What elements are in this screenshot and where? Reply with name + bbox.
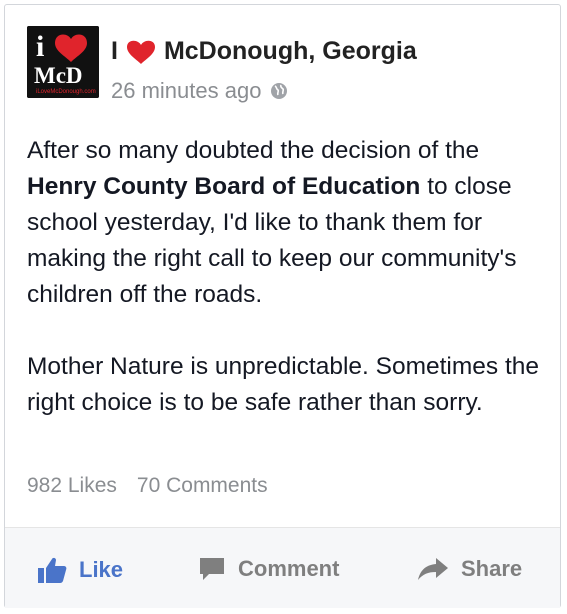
comments-count[interactable]: 70 Comments xyxy=(137,474,268,498)
like-label: Like xyxy=(79,557,124,582)
svg-text:iLoveMcDonough.com: iLoveMcDonough.com xyxy=(36,89,96,95)
post-body: After so many doubted the decision of th… xyxy=(27,133,547,421)
i-love-mcd-logo-icon: i McD iLoveMcDonough.com xyxy=(27,26,99,98)
post-stats: 982 Likes 70 Comments xyxy=(27,474,268,498)
svg-text:i: i xyxy=(36,30,44,63)
thumbs-up-icon xyxy=(37,556,67,584)
share-label: Share xyxy=(461,556,523,581)
post-card: i McD iLoveMcDonough.com I McDonough, Ge… xyxy=(4,4,561,608)
share-button[interactable]: Share xyxy=(417,556,522,582)
page-name-prefix: I xyxy=(111,37,118,65)
action-bar: Like Comment Share xyxy=(5,528,560,608)
comment-button[interactable]: Comment xyxy=(198,556,339,582)
like-button[interactable]: Like xyxy=(37,556,123,584)
heart-icon xyxy=(126,39,156,65)
page-name[interactable]: I McDonough, Georgia xyxy=(111,37,417,66)
page-name-label: McDonough, Georgia xyxy=(163,37,417,65)
post-meta: 26 minutes ago xyxy=(111,78,288,104)
comment-icon xyxy=(198,556,226,582)
likes-count[interactable]: 982 Likes xyxy=(27,474,117,498)
post-paragraph: Mother Nature is unpredictable. Sometime… xyxy=(27,353,540,416)
post-paragraph: After so many doubted the decision of th… xyxy=(27,137,517,308)
bold-mention: Henry County Board of Education xyxy=(27,173,421,200)
comment-label: Comment xyxy=(238,556,340,581)
share-arrow-icon xyxy=(417,557,449,581)
svg-text:McD: McD xyxy=(34,63,83,88)
post-timestamp[interactable]: 26 minutes ago xyxy=(111,78,261,104)
globe-icon xyxy=(270,82,288,100)
page-avatar[interactable]: i McD iLoveMcDonough.com xyxy=(27,26,99,98)
